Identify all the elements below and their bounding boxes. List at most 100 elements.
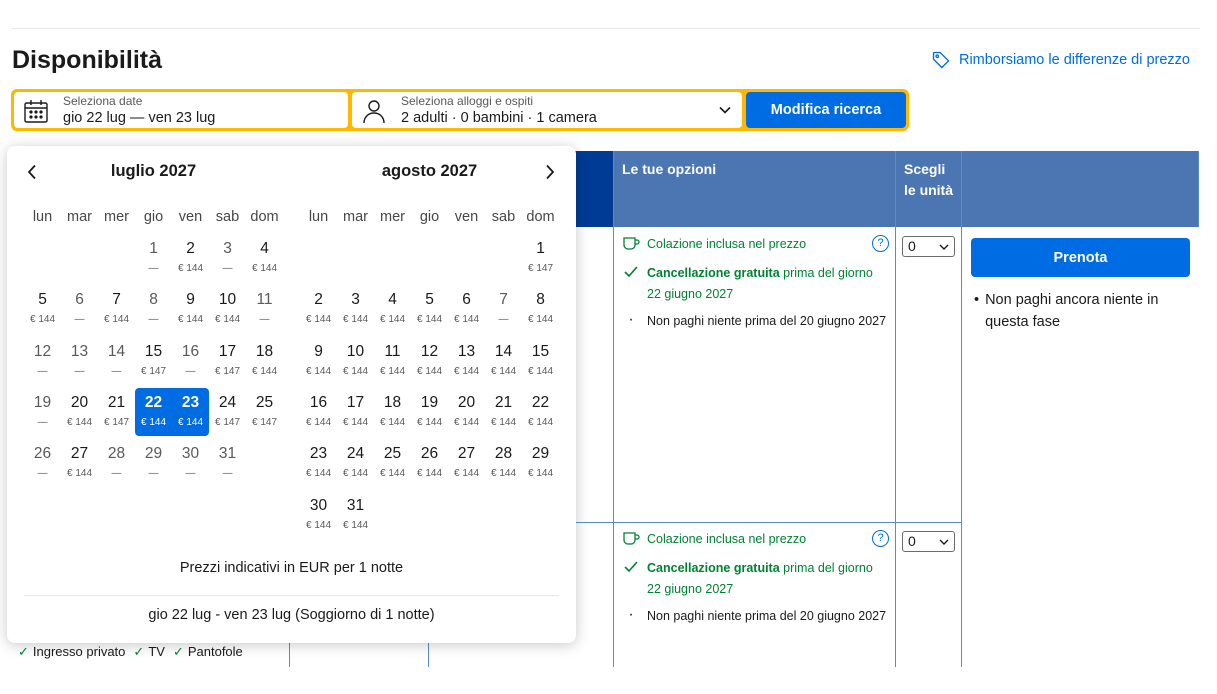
calendar-day[interactable]: 13 € 144 xyxy=(448,337,485,385)
date-selector[interactable]: Seleziona date gio 22 lug — ven 23 lug xyxy=(14,92,348,128)
calendar-day[interactable]: 9 € 144 xyxy=(172,285,209,333)
calendar-day-selected[interactable]: 23 € 144 xyxy=(172,387,209,436)
calendar-day[interactable]: 10 € 144 xyxy=(337,337,374,385)
calendar-day[interactable]: 29 € 144 xyxy=(522,439,559,487)
calendar-day[interactable]: 15 € 147 xyxy=(135,337,172,385)
calendar-day[interactable]: 4 € 144 xyxy=(246,234,283,282)
calendar-day[interactable]: 29 — xyxy=(135,439,172,487)
calendar-day[interactable]: 6 € 144 xyxy=(448,285,485,333)
modify-search-button[interactable]: Modifica ricerca xyxy=(746,92,906,128)
calendar-day[interactable]: 19 — xyxy=(24,388,61,436)
book-button[interactable]: Prenota xyxy=(971,238,1190,277)
table-header-units: Scegli le unità xyxy=(896,151,961,227)
person-icon xyxy=(363,100,385,124)
day-price: € 144 xyxy=(305,519,332,531)
units-select[interactable]: 0 xyxy=(902,236,955,257)
calendar-day[interactable]: 17 € 144 xyxy=(337,388,374,436)
calendar-day[interactable]: 22 € 144 xyxy=(522,388,559,436)
day-price: € 147 xyxy=(140,365,167,377)
calendar-day[interactable]: 8 € 144 xyxy=(522,285,559,333)
day-price: — xyxy=(111,468,122,480)
day-number: 14 xyxy=(494,342,513,360)
calendar-day[interactable]: 30 — xyxy=(172,439,209,487)
payment-info: · Non paghi niente prima del 20 giugno 2… xyxy=(622,606,887,627)
calendar-day[interactable]: 31 — xyxy=(209,439,246,487)
table-header-options: Le tue opzioni xyxy=(614,151,895,227)
calendar-day[interactable]: 25 € 144 xyxy=(374,439,411,487)
calendar-day[interactable]: 24 € 144 xyxy=(337,439,374,487)
day-number: 20 xyxy=(70,393,89,411)
calendar-day[interactable]: 6— xyxy=(61,285,98,333)
month-title: agosto 2027 xyxy=(381,162,478,180)
day-price: — xyxy=(74,314,85,326)
calendar-day[interactable]: 16 € 144 xyxy=(300,388,337,436)
calendar-day-selected[interactable]: 22 € 144 xyxy=(135,387,172,436)
calendar-day[interactable]: 31 € 144 xyxy=(337,491,374,539)
guests-selector[interactable]: Seleziona alloggi e ospiti 2 adulti · 0 … xyxy=(352,92,742,128)
calendar-day[interactable]: 9 € 144 xyxy=(300,337,337,385)
day-number: 23 xyxy=(309,445,328,463)
weekday-label: mer xyxy=(380,209,405,225)
calendar-day[interactable]: 7— xyxy=(485,285,522,333)
calendar-day[interactable]: 11 — xyxy=(246,285,283,333)
calendar-day[interactable]: 12 — xyxy=(24,337,61,385)
calendar-day[interactable]: 18 € 144 xyxy=(246,337,283,385)
calendar-day[interactable]: 14 € 144 xyxy=(485,337,522,385)
day-price: € 144 xyxy=(342,365,369,377)
month-title: luglio 2027 xyxy=(110,162,197,180)
day-number: 21 xyxy=(494,393,513,411)
calendar-day[interactable]: 1 € 147 xyxy=(522,234,559,282)
day-price: € 144 xyxy=(251,365,278,377)
refund-link[interactable]: Rimborsiamo le differenze di prezzo xyxy=(931,50,1190,70)
calendar-day[interactable]: 12 € 144 xyxy=(411,337,448,385)
calendar-day[interactable]: 11 € 144 xyxy=(374,337,411,385)
calendar-day[interactable]: 2 € 144 xyxy=(172,234,209,282)
help-icon[interactable]: ? xyxy=(872,530,889,547)
day-price: € 144 xyxy=(214,314,241,326)
units-select[interactable]: 0 xyxy=(902,531,955,552)
calendar-day[interactable]: 20 € 144 xyxy=(61,388,98,436)
day-price: — xyxy=(259,314,270,326)
day-number: 10 xyxy=(218,291,237,309)
calendar-day[interactable]: 5 € 144 xyxy=(24,285,61,333)
day-number: 27 xyxy=(70,445,89,463)
calendar-day[interactable]: 13 — xyxy=(61,337,98,385)
calendar-day[interactable]: 26 € 144 xyxy=(411,439,448,487)
calendar-day[interactable]: 3 € 144 xyxy=(337,285,374,333)
calendar-day[interactable]: 14 — xyxy=(98,337,135,385)
calendar-day[interactable]: 2 € 144 xyxy=(300,285,337,333)
calendar-icon xyxy=(24,100,48,123)
calendar-day[interactable]: 17 € 147 xyxy=(209,337,246,385)
calendar-day[interactable]: 30 € 144 xyxy=(300,491,337,539)
calendar-day[interactable]: 21 € 147 xyxy=(98,388,135,436)
calendar-day[interactable]: 8— xyxy=(135,285,172,333)
calendar-day[interactable]: 21 € 144 xyxy=(485,388,522,436)
calendar-day[interactable]: 7 € 144 xyxy=(98,285,135,333)
calendar-day[interactable]: 18 € 144 xyxy=(374,388,411,436)
calendar-day[interactable]: 27 € 144 xyxy=(448,439,485,487)
calendar-day[interactable]: 25 € 147 xyxy=(246,388,283,436)
calendar-day[interactable]: 20 € 144 xyxy=(448,388,485,436)
day-price: € 144 xyxy=(305,468,332,480)
table-divider xyxy=(1198,151,1199,227)
day-price: — xyxy=(222,263,233,274)
calendar-day[interactable]: 3— xyxy=(209,234,246,282)
calendar-day[interactable]: 23 € 144 xyxy=(300,439,337,487)
calendar-day[interactable]: 28 — xyxy=(98,439,135,487)
calendar-day[interactable]: 15 € 144 xyxy=(522,337,559,385)
calendar-day[interactable]: 16 — xyxy=(172,337,209,385)
help-icon[interactable]: ? xyxy=(872,235,889,252)
calendar-day[interactable]: 19 € 144 xyxy=(411,388,448,436)
weekday-label: dom xyxy=(526,209,555,225)
day-number: 5 xyxy=(425,291,434,309)
calendar-day[interactable]: 24 € 147 xyxy=(209,388,246,436)
calendar-day[interactable]: 28 € 144 xyxy=(485,439,522,487)
calendar-day[interactable]: 26 — xyxy=(24,439,61,487)
day-number: 29 xyxy=(144,445,163,463)
calendar-day[interactable]: 1— xyxy=(135,234,172,282)
calendar-day[interactable]: 27 € 144 xyxy=(61,439,98,487)
calendar-day[interactable]: 4 € 144 xyxy=(374,285,411,333)
day-price: € 144 xyxy=(342,416,369,428)
calendar-day[interactable]: 10 € 144 xyxy=(209,285,246,333)
calendar-day[interactable]: 5 € 144 xyxy=(411,285,448,333)
